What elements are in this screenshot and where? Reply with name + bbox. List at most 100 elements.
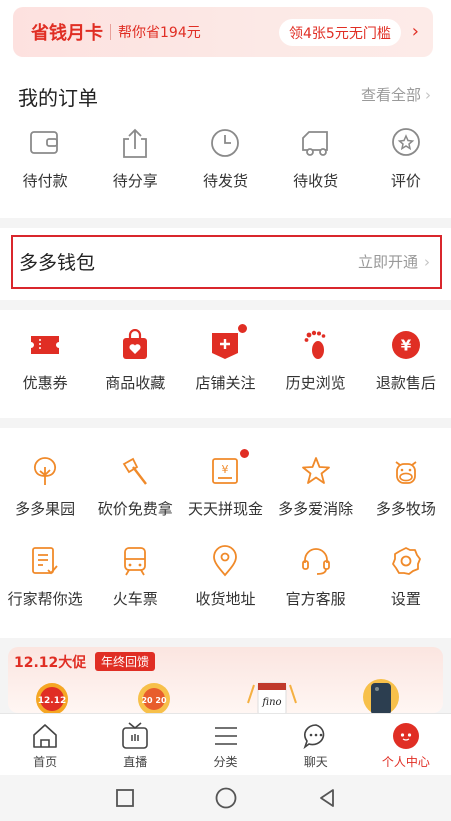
orders-section: 我的订单 查看全部 › 待付款 待分享 待发货 待收货 评价 xyxy=(0,62,451,218)
profile-icon xyxy=(392,723,419,749)
order-status-pending-share[interactable]: 待分享 xyxy=(90,126,180,191)
wallet-row[interactable]: 多多钱包 立即开通 › xyxy=(11,235,442,289)
save-card-banner[interactable]: 省钱月卡 帮你省194元 领4张5元无门槛 › xyxy=(13,7,433,57)
order-status-pending-ship[interactable]: 待发货 xyxy=(180,126,270,191)
axe-icon xyxy=(118,454,152,488)
tree-icon xyxy=(28,454,62,488)
order-status-review[interactable]: 评价 xyxy=(361,126,451,191)
tool-coupons[interactable]: 优惠券 xyxy=(0,328,90,393)
promo-badge-1212[interactable]: 12.12 xyxy=(30,673,86,713)
checklist-icon xyxy=(28,544,62,578)
primary-tools-section: 优惠券 商品收藏 店铺关注 历史浏览 ¥ 退款售后 xyxy=(0,300,451,418)
chevron-right-icon: › xyxy=(424,253,430,271)
svg-text:¥: ¥ xyxy=(401,337,412,355)
tool-label: 多多牧场 xyxy=(375,500,436,518)
promo-badge-2020-text: 20 20 xyxy=(141,696,166,705)
tool-match-game[interactable]: 多多爱消除 xyxy=(271,454,361,519)
order-status-label: 待分享 xyxy=(112,172,158,190)
headset-icon xyxy=(299,544,333,578)
primary-tools-row: 优惠券 商品收藏 店铺关注 历史浏览 ¥ 退款售后 xyxy=(0,323,451,393)
save-card-section: 省钱月卡 帮你省194元 领4张5元无门槛 › xyxy=(0,0,451,62)
order-status-label: 待发货 xyxy=(202,172,248,190)
tool-daily-cash[interactable]: ¥ 天天拼现金 xyxy=(180,448,270,519)
promo-product-fino[interactable]: fino xyxy=(244,673,300,713)
back-icon[interactable] xyxy=(316,787,338,809)
tool-shipping-address[interactable]: 收货地址 xyxy=(180,544,270,609)
home-circle-icon[interactable] xyxy=(214,786,238,810)
chat-icon xyxy=(303,724,325,750)
tool-label: 收货地址 xyxy=(195,590,256,608)
tab-label: 聊天 xyxy=(303,755,328,769)
tool-label: 官方客服 xyxy=(285,590,346,608)
tool-label: 多多爱消除 xyxy=(278,500,354,518)
tab-label: 个人中心 xyxy=(381,755,430,769)
orders-title: 我的订单 xyxy=(18,86,98,110)
tab-profile[interactable]: 个人中心 xyxy=(361,714,451,775)
coupon-icon xyxy=(28,328,62,362)
order-status-pending-payment[interactable]: 待付款 xyxy=(0,126,90,191)
gear-icon xyxy=(389,544,423,578)
save-card-coupon-pill[interactable]: 领4张5元无门槛 xyxy=(279,19,401,46)
wallet-section: 多多钱包 立即开通 › xyxy=(0,228,451,300)
view-all-label: 查看全部 xyxy=(360,86,421,104)
promo-banner[interactable]: 12.12大促 年终回馈 12.12 20 20 fino xyxy=(8,647,443,713)
save-card-divider xyxy=(110,24,111,40)
tab-chat[interactable]: 聊天 xyxy=(271,714,361,775)
tab-home[interactable]: 首页 xyxy=(0,714,90,775)
cow-icon xyxy=(389,454,423,488)
order-status-pending-receive[interactable]: 待收货 xyxy=(271,126,361,191)
tool-train-tickets[interactable]: 火车票 xyxy=(90,544,180,609)
tool-label: 设置 xyxy=(390,590,421,608)
recents-icon[interactable] xyxy=(114,787,136,809)
bottom-tab-bar: 首页 直播 分类 聊天 个人中心 xyxy=(0,713,451,775)
tool-customer-service[interactable]: 官方客服 xyxy=(271,544,361,609)
favorite-bag-icon xyxy=(118,328,152,362)
promo-product-phone[interactable] xyxy=(353,673,409,713)
tool-history[interactable]: 历史浏览 xyxy=(271,328,361,393)
tool-refund[interactable]: ¥ 退款售后 xyxy=(361,328,451,393)
tab-live[interactable]: 直播 xyxy=(90,714,180,775)
tool-label: 退款售后 xyxy=(375,374,436,392)
list-icon xyxy=(214,727,237,745)
promo-badge-2020[interactable]: 20 20 xyxy=(128,673,184,713)
svg-text:¥: ¥ xyxy=(222,463,229,476)
review-star-icon xyxy=(389,126,423,160)
share-icon xyxy=(118,126,152,160)
tool-label: 多多果园 xyxy=(15,500,76,518)
system-nav-bar xyxy=(0,775,451,821)
tool-ranch[interactable]: 多多牧场 xyxy=(361,454,451,519)
secondary-tools-row-1: 多多果园 砍价免费拿 ¥ 天天拼现金 多多爱消除 多多牧场 xyxy=(0,448,451,519)
train-icon xyxy=(118,544,152,578)
star-icon xyxy=(299,454,333,488)
tool-favorites[interactable]: 商品收藏 xyxy=(90,328,180,393)
tab-label: 分类 xyxy=(213,755,238,769)
tool-settings[interactable]: 设置 xyxy=(361,544,451,609)
tool-label: 行家帮你选 xyxy=(7,590,83,608)
tool-expert-pick[interactable]: 行家帮你选 xyxy=(0,544,90,609)
promo-title: 12.12大促 xyxy=(14,655,87,671)
tool-label: 店铺关注 xyxy=(195,374,256,392)
store-follow-icon xyxy=(208,323,249,362)
tool-orchard[interactable]: 多多果园 xyxy=(0,454,90,519)
tool-store-follow[interactable]: 店铺关注 xyxy=(180,323,270,393)
order-status-row: 待付款 待分享 待发货 待收货 评价 xyxy=(0,126,451,191)
tool-bargain[interactable]: 砍价免费拿 xyxy=(90,454,180,519)
order-status-label: 评价 xyxy=(390,172,421,190)
tool-label: 历史浏览 xyxy=(285,374,346,392)
footprint-icon xyxy=(299,328,333,362)
location-icon xyxy=(208,544,242,578)
wallet-activate-label: 立即开通 xyxy=(357,253,418,271)
promo-tag: 年终回馈 xyxy=(95,652,156,671)
tab-categories[interactable]: 分类 xyxy=(180,714,270,775)
promo-product-fino-text: fino xyxy=(261,697,281,708)
tv-icon xyxy=(122,722,149,749)
chevron-right-icon: › xyxy=(425,86,431,104)
chevron-right-icon: › xyxy=(411,21,419,42)
tab-label: 直播 xyxy=(123,755,148,769)
refund-icon: ¥ xyxy=(389,328,423,362)
wallet-activate-link[interactable]: 立即开通 › xyxy=(358,251,430,272)
order-status-label: 待收货 xyxy=(293,172,339,190)
order-status-label: 待付款 xyxy=(22,172,68,190)
view-all-orders-link[interactable]: 查看全部 › xyxy=(361,84,431,105)
tool-label: 砍价免费拿 xyxy=(97,500,173,518)
